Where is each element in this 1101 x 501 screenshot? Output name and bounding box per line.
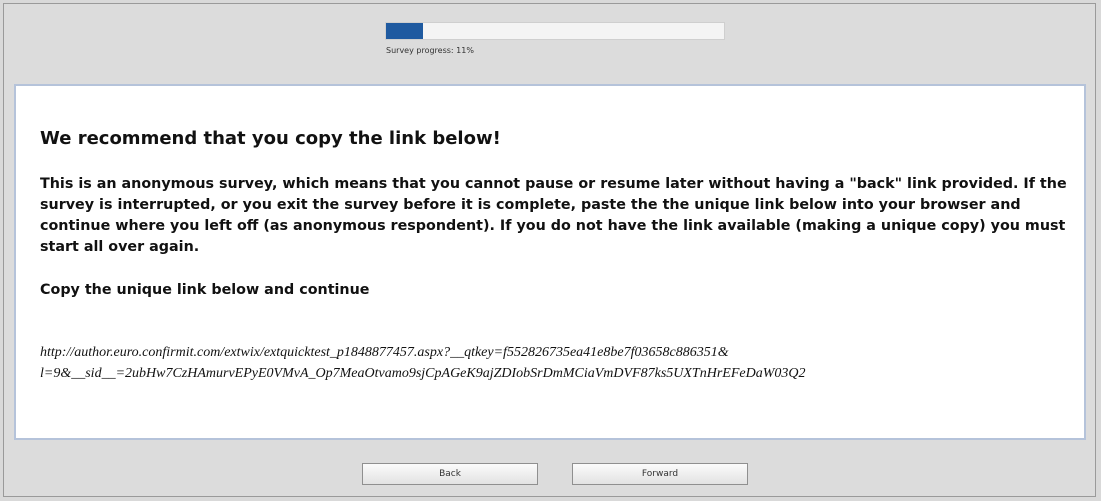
- copy-link-heading: Copy the unique link below and continue: [40, 282, 370, 298]
- progress-label: Survey progress: 11%: [386, 46, 474, 55]
- progress-bar-fill: [386, 23, 424, 39]
- progress-bar: [385, 22, 725, 40]
- unique-link-line-1: http://author.euro.confirmit.com/extwix/…: [40, 345, 729, 360]
- message-panel: We recommend that you copy the link belo…: [14, 84, 1086, 440]
- message-heading: We recommend that you copy the link belo…: [40, 128, 501, 149]
- unique-link-text[interactable]: http://author.euro.confirmit.com/extwix/…: [40, 342, 1080, 384]
- forward-button[interactable]: Forward: [572, 463, 748, 485]
- back-button[interactable]: Back: [362, 463, 538, 485]
- message-paragraph: This is an anonymous survey, which means…: [40, 176, 1067, 255]
- unique-link-line-2: l=9&__sid__=2ubHw7CzHAmurvEPyE0VMvA_Op7M…: [40, 366, 806, 381]
